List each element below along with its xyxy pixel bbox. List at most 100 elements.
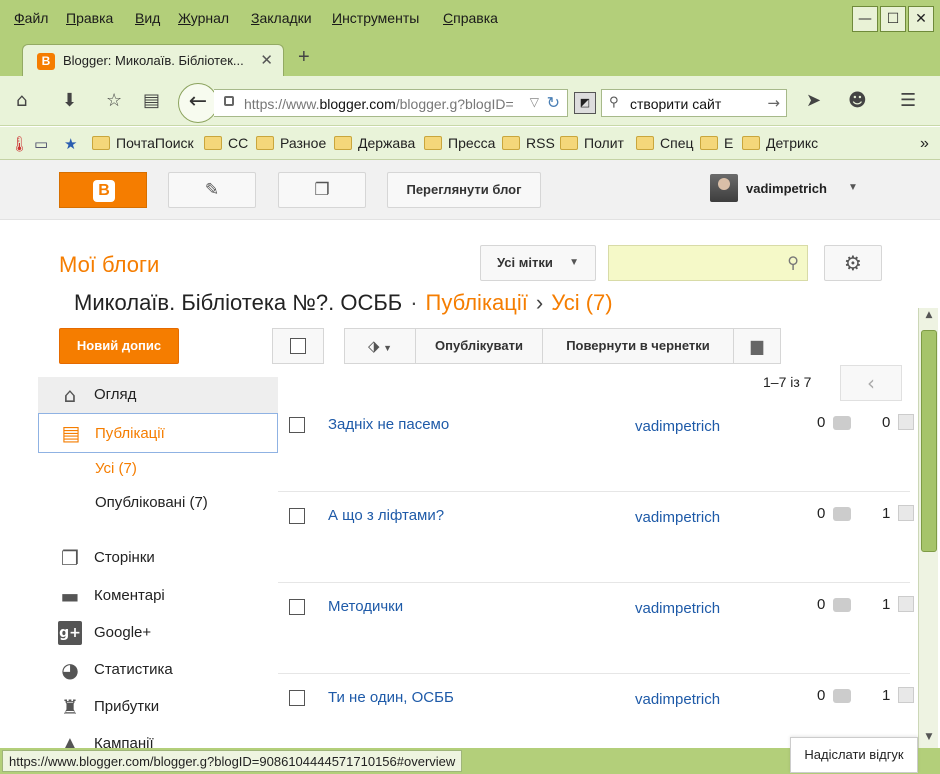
bookmarks-overflow[interactable]: » [920,135,929,153]
comment-bubble-icon [833,507,851,521]
post-author[interactable]: vadimpetrich [635,600,720,617]
revert-to-draft-button[interactable]: Повернути в чернетки [542,328,734,364]
sidebar-item-stats[interactable]: ◕ Статистика [38,652,278,688]
new-tab-button[interactable]: + [298,46,310,69]
close-window-button[interactable]: ✕ [908,6,934,32]
new-post-pencil-button[interactable]: ✎ [168,172,256,208]
labels-dropdown[interactable]: Усі мітки ▼ [480,245,596,281]
monitor-icon[interactable]: ▭ [34,135,48,153]
row-checkbox[interactable] [289,690,305,706]
send-feedback-button[interactable]: Надіслати відгук [790,737,918,773]
folder-icon [334,136,352,150]
menu-history[interactable]: Журнал [178,10,229,26]
stats-chart-icon [898,687,914,703]
folder-icon [256,136,274,150]
sidebar-subitem-published[interactable]: Опубліковані (7) [95,494,208,511]
bookmark-folder[interactable]: Детрикс [742,135,818,151]
post-author[interactable]: vadimpetrich [635,691,720,708]
posts-search-input[interactable]: ⚲ [608,245,808,281]
reload-icon[interactable]: ↻ [547,93,560,112]
sidebar-item-overview[interactable]: ⌂ Огляд [38,377,278,413]
search-box[interactable]: ⚲ створити сайт → [601,89,787,117]
home-icon[interactable]: ⌂ [16,90,27,111]
blogger-logo-button[interactable]: B [59,172,147,208]
sidebar-item-campaigns[interactable]: ▲ Кампанії [38,726,278,748]
reading-list-icon[interactable]: ▤ [143,90,160,111]
lock-icon [224,96,234,106]
view-posts-button[interactable]: ❐ [278,172,366,208]
send-icon[interactable]: ➤ [806,90,821,111]
bookmarks-bar: 🌡 ▭ ★ ПочтаПоиск CC Разное Держава Пресс… [0,127,940,160]
download-icon[interactable]: ⬇ [62,90,77,111]
table-row[interactable]: А що з ліфтами? vadimpetrich 0 1 [278,491,914,583]
row-checkbox[interactable] [289,417,305,433]
scrollbar-thumb[interactable] [921,330,937,552]
scroll-down-icon[interactable]: ▼ [919,732,939,748]
post-title-link[interactable]: А що з ліфтами? [328,507,444,524]
bookmark-folder[interactable]: E [700,135,733,151]
menu-bookmarks[interactable]: Закладки [251,10,312,26]
menu-file[interactable]: Файл [14,10,48,26]
smiley-icon[interactable]: ☻ [848,90,867,111]
bookmark-folder[interactable]: ПочтаПоиск [92,135,194,151]
bookmark-star-icon[interactable]: ☆ [106,90,122,111]
avatar[interactable] [710,174,738,202]
labels-button[interactable]: ⬗ ▼ [344,328,416,364]
post-author[interactable]: vadimpetrich [635,509,720,526]
previous-page-button[interactable]: ‹ [840,365,902,401]
minimize-button[interactable]: — [852,6,878,32]
maximize-button[interactable]: ☐ [880,6,906,32]
bookmark-folder[interactable]: Пресса [424,135,495,151]
sidebar-item-earnings[interactable]: ♜ Прибутки [38,689,278,725]
bookmark-folder[interactable]: Держава [334,135,415,151]
post-title-link[interactable]: Задніх не пасемо [328,416,449,433]
extension-icon[interactable]: ◩ [574,92,596,114]
search-go-icon[interactable]: → [767,94,780,112]
select-all-button[interactable] [272,328,324,364]
post-title-link[interactable]: Ти не один, ОСББ [328,689,454,706]
publish-button[interactable]: Опублікувати [415,328,543,364]
hamburger-menu-icon[interactable]: ☰ [900,90,916,111]
menu-view[interactable]: Вид [135,10,160,26]
row-checkbox[interactable] [289,508,305,524]
bookmark-folder[interactable]: Разное [256,135,326,151]
new-post-button[interactable]: Новий допис [59,328,179,364]
bookmark-folder[interactable]: Спец [636,135,694,151]
bookmark-folder[interactable]: CC [204,135,248,151]
menu-help[interactable]: Справка [443,10,498,26]
bookmark-folder[interactable]: Полит [560,135,624,151]
my-blogs-link[interactable]: Мої блоги [59,252,159,278]
star-icon[interactable]: ★ [64,135,77,153]
table-row[interactable]: Задніх не пасемо vadimpetrich 0 0 [278,400,914,492]
tab-blogger[interactable]: B Blogger: Миколаїв. Бібліотек... ✕ [22,44,284,76]
sidebar-item-comments[interactable]: ▬ Коментарі [38,578,278,614]
tab-close-icon[interactable]: ✕ [260,51,273,69]
comment-icon: ▬ [60,584,80,608]
post-title-link[interactable]: Методички [328,598,403,615]
chevron-down-icon[interactable]: ▼ [848,182,858,193]
post-author[interactable]: vadimpetrich [635,418,720,435]
thermometer-icon[interactable]: 🌡 [10,135,29,153]
vertical-scrollbar[interactable]: ▲ ▼ [918,308,938,748]
menu-tools[interactable]: Инструменты [332,10,419,26]
sidebar-item-posts[interactable]: ▤ Публікації [38,413,278,453]
status-url: https://www.blogger.com/blogger.g?blogID… [2,750,463,772]
scroll-up-icon[interactable]: ▲ [919,310,939,326]
bookmark-folder[interactable]: RSS [502,135,555,151]
delete-button[interactable]: ▆ [733,328,781,364]
select-all-checkbox[interactable] [290,338,306,354]
table-row[interactable]: Методички vadimpetrich 0 1 [278,582,914,674]
back-button[interactable]: ← [178,83,218,123]
menu-edit[interactable]: Правка [66,10,113,26]
sidebar-item-google-plus[interactable]: g+ Google+ [38,615,278,651]
sidebar-item-pages[interactable]: ❐ Сторінки [38,540,278,576]
address-bar[interactable]: https://www.blogger.com/blogger.g?blogID… [214,89,568,117]
settings-button[interactable]: ⚙ [824,245,882,281]
sidebar-subitem-all[interactable]: Усі (7) [95,460,137,477]
breadcrumb-section[interactable]: Публікації [426,290,528,315]
account-username[interactable]: vadimpetrich [746,181,827,196]
breadcrumb-blog-name: Миколаїв. Бібліотека №?. ОСББ [74,290,403,315]
url-dropdown-icon[interactable]: ▽ [530,95,539,109]
row-checkbox[interactable] [289,599,305,615]
view-blog-button[interactable]: Переглянути блог [387,172,541,208]
